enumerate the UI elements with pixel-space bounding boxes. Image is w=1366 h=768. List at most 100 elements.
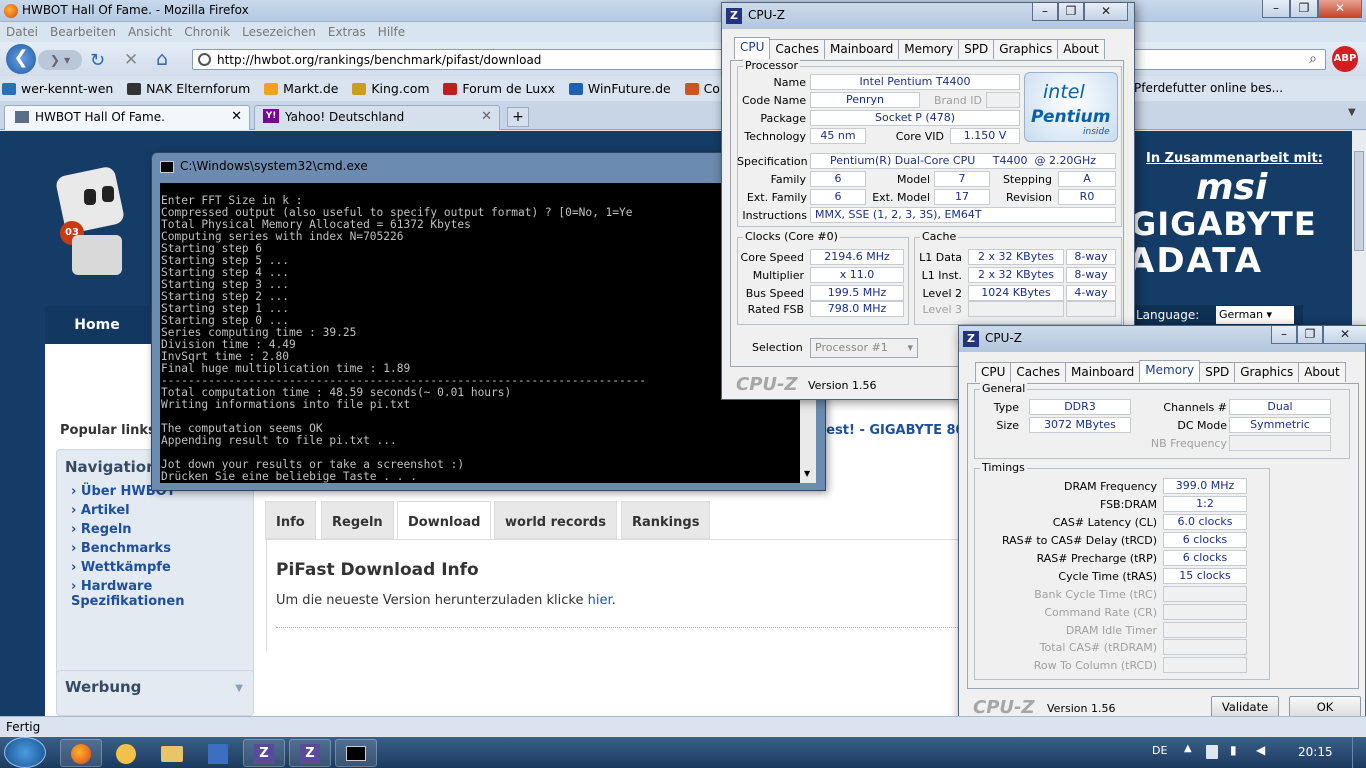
home-icon[interactable]: ⌂ — [156, 48, 168, 70]
tab-download[interactable]: Download — [397, 501, 492, 540]
tab-memory[interactable]: Memory — [898, 39, 960, 59]
start-button[interactable] — [4, 737, 46, 768]
taskbar-cpuz-1[interactable]: Z — [243, 739, 285, 767]
menu-datei[interactable]: Datei — [0, 22, 44, 42]
menu-hilfe[interactable]: Hilfe — [372, 22, 411, 42]
adblock-icon[interactable]: ABP — [1332, 46, 1358, 72]
menu-chronik[interactable]: Chronik — [178, 22, 236, 42]
tab-rankings[interactable]: Rankings — [621, 501, 711, 539]
collapse-icon[interactable]: ▼ — [235, 683, 243, 694]
nav-link-regeln[interactable]: › Regeln — [71, 522, 253, 537]
taskbar-app[interactable] — [105, 739, 147, 767]
bookmark-item[interactable]: Markt.de — [262, 76, 339, 96]
maximize-button[interactable]: ❐ — [1290, 0, 1318, 18]
clock-time[interactable]: 20:15 — [1298, 745, 1333, 759]
download-link[interactable]: hier — [588, 593, 612, 608]
tras-label: Cycle Time (tRAS) — [1058, 570, 1157, 583]
bookmark-icon — [264, 83, 279, 95]
cpuz-close-button[interactable]: ✕ — [1084, 3, 1128, 21]
taskbar-explorer[interactable] — [151, 739, 193, 767]
tab-graphics[interactable]: Graphics — [993, 39, 1059, 59]
menu-extras[interactable]: Extras — [322, 22, 372, 42]
l1inst-way: 8-way — [1066, 267, 1116, 283]
msi-logo[interactable]: msi — [1196, 167, 1267, 208]
close-button[interactable]: ✕ — [1318, 0, 1362, 18]
tab-yahoo[interactable]: Y! Yahoo! Deutschland ✕ — [254, 105, 500, 130]
tab-about[interactable]: About — [1057, 39, 1105, 59]
tab-regeln[interactable]: Regeln — [321, 501, 394, 539]
tab-mainboard[interactable]: Mainboard — [823, 39, 900, 59]
tray-power-icon[interactable] — [1206, 745, 1218, 759]
extfamily-value: 6 — [810, 189, 866, 205]
adata-logo[interactable]: ADATA — [1128, 241, 1263, 281]
cpuz-maximize-button[interactable]: ❐ — [1297, 326, 1323, 344]
bookmark-overflow-item[interactable]: Pferdefutter online bes... — [1134, 81, 1283, 95]
nav-home[interactable]: Home — [45, 306, 149, 344]
new-tab-button[interactable]: + — [507, 107, 529, 127]
forward-button[interactable]: ❯ ▾ — [38, 50, 82, 70]
bookmark-item[interactable]: King.com — [350, 76, 430, 96]
nav-link-wettkaempfe[interactable]: › Wettkämpfe — [71, 560, 253, 575]
corevid-label: Core VID — [895, 130, 944, 143]
stop-icon[interactable]: ✕ — [124, 50, 138, 70]
menu-bearbeiten[interactable]: Bearbeiten — [44, 22, 122, 42]
tab-hwbot[interactable]: HWBOT Hall Of Fame. ✕ — [4, 105, 250, 130]
search-icon[interactable]: ⌕ — [1309, 51, 1317, 67]
tab-cpu[interactable]: CPU — [975, 362, 1012, 382]
menu-ansicht[interactable]: Ansicht — [122, 22, 178, 42]
tab-cpu[interactable]: CPU — [734, 37, 771, 59]
taskbar-cmd[interactable] — [335, 739, 377, 767]
input-language[interactable]: DE — [1152, 744, 1167, 757]
tab-spd[interactable]: SPD — [1199, 362, 1236, 382]
close-tab-icon[interactable]: ✕ — [481, 109, 492, 124]
bookmark-item[interactable]: WinFuture.de — [567, 76, 671, 96]
close-tab-icon[interactable]: ✕ — [231, 109, 242, 124]
nav-link-hardware[interactable]: › Hardware Spezifikationen — [71, 579, 201, 609]
tab-graphics[interactable]: Graphics — [1234, 362, 1300, 382]
nav-link-artikel[interactable]: › Artikel — [71, 503, 253, 518]
tab-caches[interactable]: Caches — [769, 39, 825, 59]
bookmark-icon — [443, 83, 458, 95]
tray-volume-icon[interactable]: ◀ — [1256, 743, 1265, 757]
codename-label: Code Name — [742, 94, 807, 107]
reload-icon[interactable]: ↻ — [90, 50, 105, 71]
tab-world-records[interactable]: world records — [494, 501, 617, 539]
windows-taskbar: Z Z DE ▲ ▮ ◀ 20:15 — [0, 737, 1366, 768]
tab-caches[interactable]: Caches — [1010, 362, 1066, 382]
bookmark-item[interactable]: NAK Elternforum — [125, 76, 250, 96]
tab-spd[interactable]: SPD — [958, 39, 995, 59]
bookmark-item[interactable]: Forum de Luxx — [441, 76, 555, 96]
console-output[interactable]: Enter FFT Size in k : Compressed output … — [160, 183, 800, 483]
tab-about[interactable]: About — [1298, 362, 1346, 382]
validate-button[interactable]: Validate — [1211, 696, 1279, 718]
nav-link-benchmarks[interactable]: › Benchmarks — [71, 541, 253, 556]
tab-mainboard[interactable]: Mainboard — [1064, 362, 1141, 382]
taskbar-superpi[interactable] — [197, 739, 239, 767]
technology-label: Technology — [744, 130, 806, 143]
news-ticker[interactable]: test! - GIGABYTE 80 — [820, 423, 965, 438]
cpuz-minimize-button[interactable]: – — [1271, 326, 1297, 344]
scroll-down-icon[interactable]: ▼ — [804, 469, 810, 478]
cpuz-minimize-button[interactable]: – — [1032, 3, 1058, 21]
cpuz-icon: Z — [963, 331, 979, 347]
language-select[interactable]: German ▾ — [1216, 306, 1294, 324]
menu-lesezeichen[interactable]: Lesezeichen — [236, 22, 322, 42]
bookmark-item[interactable]: wer-kennt-wen — [0, 76, 113, 96]
show-desktop-button[interactable] — [1352, 737, 1366, 768]
cpuz-close-button[interactable]: ✕ — [1323, 326, 1366, 344]
popular-links-label: Popular links: — [60, 423, 161, 438]
cpuz-maximize-button[interactable]: ❐ — [1058, 3, 1084, 21]
command-rate-label: Command Rate (CR) — [1044, 606, 1157, 619]
taskbar-cpuz-2[interactable]: Z — [289, 739, 331, 767]
gigabyte-logo[interactable]: GIGABYTE — [1130, 205, 1317, 243]
tray-expand-icon[interactable]: ▲ — [1184, 743, 1192, 754]
taskbar-firefox[interactable] — [60, 739, 102, 767]
tab-memory[interactable]: Memory — [1139, 360, 1201, 382]
tray-network-icon[interactable]: ▮ — [1230, 743, 1237, 757]
back-button[interactable]: ❮ — [6, 44, 36, 74]
minimize-button[interactable]: – — [1262, 0, 1290, 18]
tab-info[interactable]: Info — [265, 501, 316, 539]
processor-selection-dropdown[interactable]: Processor #1 ▾ — [810, 338, 918, 358]
tab-list-icon[interactable]: ▼ — [1348, 107, 1356, 118]
ok-button[interactable]: OK — [1289, 696, 1361, 718]
